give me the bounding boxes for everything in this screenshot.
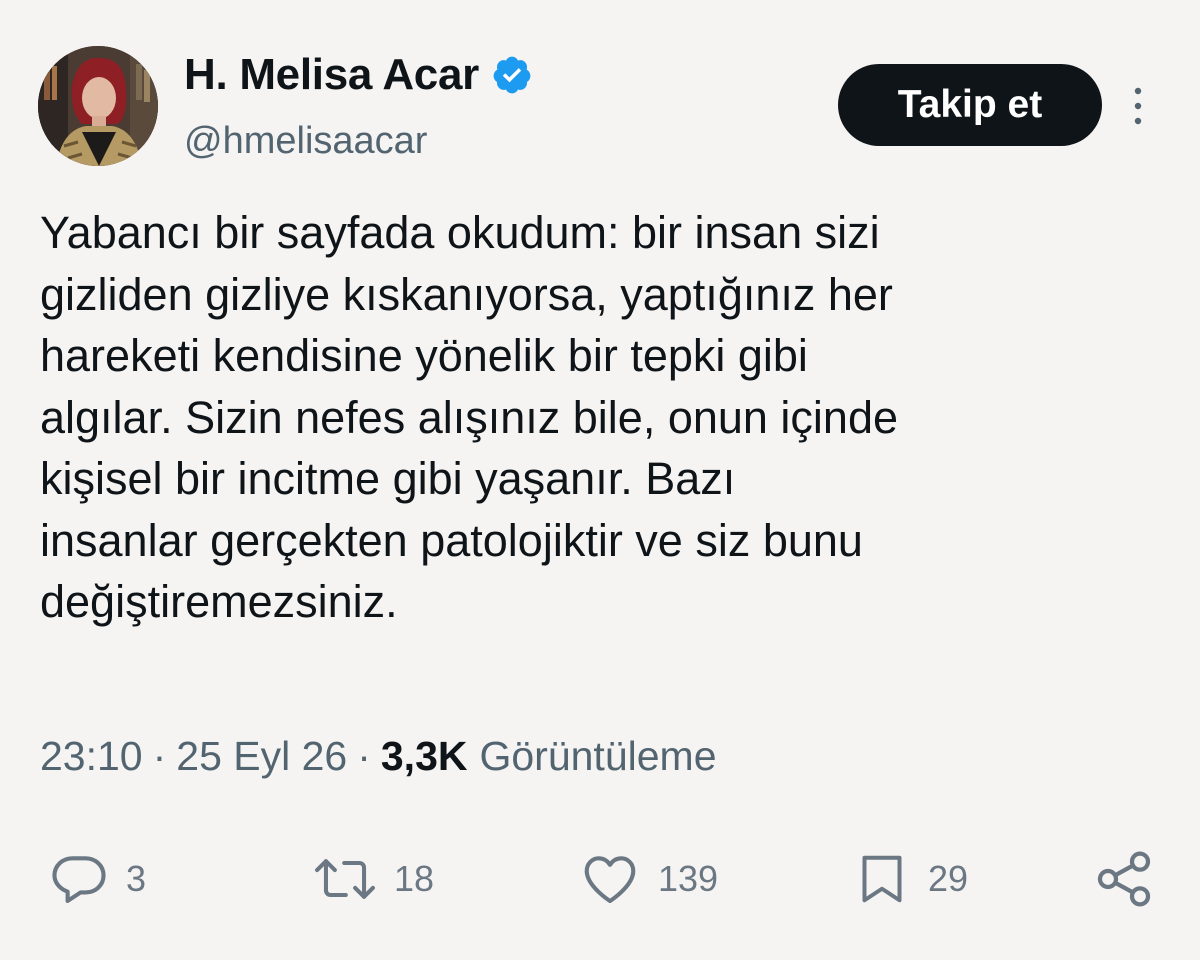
like-button[interactable]: 139 bbox=[578, 844, 718, 914]
metadata-separator: · bbox=[357, 732, 371, 779]
tweet-text: Yabancı bir sayfada okudum: bir insan si… bbox=[40, 207, 899, 627]
follow-button[interactable]: Takip et bbox=[838, 64, 1102, 146]
tweet-date[interactable]: 25 Eyl 26 bbox=[176, 733, 347, 780]
tweet-metadata: 23:10 · 25 Eyl 26 · 3,3K Görüntüleme bbox=[40, 730, 717, 782]
bookmark-icon bbox=[862, 855, 902, 903]
metadata-separator: · bbox=[152, 732, 167, 779]
share-button[interactable] bbox=[1092, 844, 1156, 914]
reply-count: 3 bbox=[126, 858, 147, 899]
repost-button[interactable]: 18 bbox=[312, 844, 434, 914]
tweet-action-bar: 3 18 139 29 bbox=[48, 844, 1158, 914]
like-icon bbox=[584, 856, 636, 904]
views-label: Görüntüleme bbox=[479, 732, 717, 779]
author-name-row: H. Melisa Acar bbox=[184, 50, 533, 100]
repost-count: 18 bbox=[394, 858, 435, 899]
share-icon bbox=[1097, 851, 1151, 907]
author-display-name[interactable]: H. Melisa Acar bbox=[184, 50, 479, 100]
more-options-icon[interactable] bbox=[1126, 84, 1150, 128]
repost-icon bbox=[315, 859, 375, 899]
like-count: 139 bbox=[658, 858, 719, 899]
bookmark-count: 29 bbox=[928, 858, 969, 899]
author-avatar[interactable] bbox=[38, 46, 158, 166]
avatar-image bbox=[38, 46, 158, 166]
reply-button[interactable]: 3 bbox=[48, 844, 146, 914]
tweet-time[interactable]: 23:10 bbox=[40, 733, 143, 780]
reply-icon bbox=[52, 856, 106, 904]
author-handle[interactable]: @hmelisaacar bbox=[184, 120, 427, 163]
views-count[interactable]: 3,3K bbox=[381, 733, 468, 780]
verified-badge-icon bbox=[493, 56, 531, 94]
bookmark-button[interactable]: 29 bbox=[852, 844, 968, 914]
